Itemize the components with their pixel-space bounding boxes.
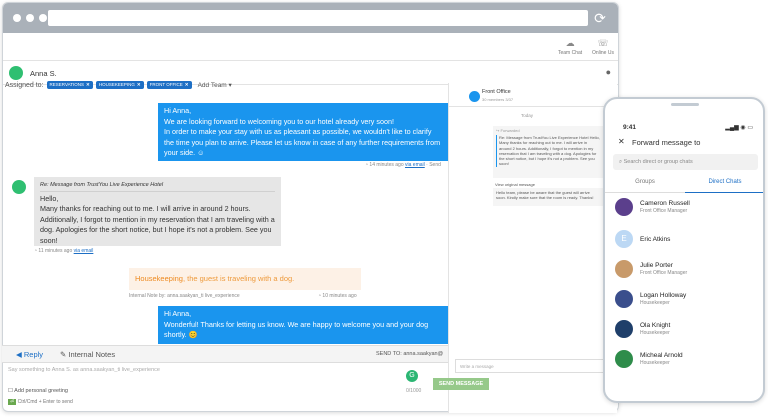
avatar [615,198,633,216]
send-hint: ⏎ Ctrl/Cmd + Enter to send [8,399,73,405]
incoming-message: Re: Message from TrustYou Live Experienc… [34,177,281,246]
internal-note: Housekeeping, the guest is traveling wit… [129,268,361,290]
forwarded-message: ↪ Forwarded Re: Message from TrustYou Li… [493,126,603,178]
add-team-button[interactable]: Add Team ▾ [198,81,232,89]
contact-row[interactable]: Ola Knight Housekeeper [615,320,670,338]
grammarly-icon[interactable]: G [406,370,418,382]
team-chat-panel: Front Office 30 members 3/37 Today ↪ For… [448,83,617,413]
team-avatar [469,91,480,102]
date-divider: Today [521,113,534,118]
contact-row[interactable]: Micheal Arnold Housekeeper [615,350,683,368]
reply-input[interactable]: Say something to Anna S. as anna.saakyan… [8,367,428,387]
online-us-icon: ☏ [597,38,609,48]
chat-bubble-icon[interactable]: ● [606,67,611,77]
contact-row[interactable]: Julie Porter Front Office Manager [615,260,687,278]
composer-tabs: ◀ Reply ✎ Internal Notes SEND TO: anna.s… [2,346,448,363]
contact-row[interactable]: E Eric Atkins [615,230,670,248]
contact-row[interactable]: Logan Holloway Housekeeper [615,290,686,308]
personal-greeting-checkbox[interactable]: ☐ Add personal greeting [8,388,68,394]
team-chat-button[interactable]: ☁ Team Chat [558,38,582,56]
message-meta: ◔ 14 minutes ago via email · Send [365,162,441,168]
tab-internal-notes[interactable]: ✎ Internal Notes [60,350,115,359]
team-message-input[interactable]: Write a message [455,359,605,373]
app-toolbar: ☁ Team Chat ☏ Online Us [3,33,618,61]
send-message-button[interactable]: SEND MESSAGE [433,378,489,390]
tag-housekeeping[interactable]: HOUSEKEEPING ✕ [95,81,144,89]
status-time: 9:41 [623,124,637,131]
tab-groups[interactable]: Groups [605,179,685,193]
avatar [615,350,633,368]
avatar [615,260,633,278]
close-icon[interactable]: ✕ [137,82,141,87]
tag-front-office[interactable]: FRONT OFFICE ✕ [146,81,192,89]
note-time: ◔ 10 minutes ago [318,293,357,299]
assigned-bar: Assigned to: RESERVATIONS ✕ HOUSEKEEPING ✕… [5,81,232,89]
outgoing-message: Hi Anna, We are looking forward to welco… [158,103,448,161]
tag-reservations[interactable]: RESERVATIONS ✕ [46,81,93,89]
tab-direct-chats[interactable]: Direct Chats [685,179,763,193]
phone-forward-panel: 9:41 ▂▄▆ ◉ ▭ ✕ Forward message to ⌕ Sear… [603,97,765,403]
team-sub: 30 members 3/37 [482,97,514,102]
view-original-link[interactable]: View original message [495,182,535,187]
team-reply: Hello team, please be aware that the gue… [493,188,603,206]
outgoing-message: Hi Anna, Wonderful! Thanks for letting u… [158,306,448,344]
tab-reply[interactable]: ◀ Reply [16,350,43,359]
chat-search-input[interactable]: ⌕ Search direct or group chats [613,154,758,170]
avatar [615,320,633,338]
team-title: Front Office [482,89,511,95]
browser-titlebar: ⟳ [3,3,618,33]
forward-title: Forward message to [632,138,701,147]
send-to-label: SEND TO: [376,351,402,357]
team-chat-header: Front Office 30 members 3/37 [449,83,617,107]
window-controls[interactable] [13,14,47,22]
send-to-field[interactable]: anna.saakyan@ [403,351,443,357]
online-us-button[interactable]: ☏ Online Us [592,38,614,56]
contact-avatar [12,180,26,194]
close-icon[interactable]: ✕ [618,137,625,146]
contact-avatar [9,66,23,80]
close-icon[interactable]: ✕ [86,82,90,87]
avatar [615,290,633,308]
char-counter: 0/1000 [406,388,422,394]
address-bar[interactable] [48,10,588,26]
team-chat-icon: ☁ [565,38,575,48]
close-icon[interactable]: ✕ [185,82,189,87]
contact-row[interactable]: Cameron Russell Front Office Manager [615,198,690,216]
avatar: E [615,230,633,248]
message-meta: ◔ 11 minutes ago via email [34,248,94,254]
contact-name: Anna S. [30,69,57,78]
reload-icon[interactable]: ⟳ [592,10,608,26]
composer: ◀ Reply ✎ Internal Notes SEND TO: anna.s… [2,345,448,410]
note-meta: Internal Note by: anna.saakyan_ti live_e… [129,293,240,299]
status-icons: ▂▄▆ ◉ ▭ [725,125,753,131]
assigned-label: Assigned to: [5,81,44,89]
